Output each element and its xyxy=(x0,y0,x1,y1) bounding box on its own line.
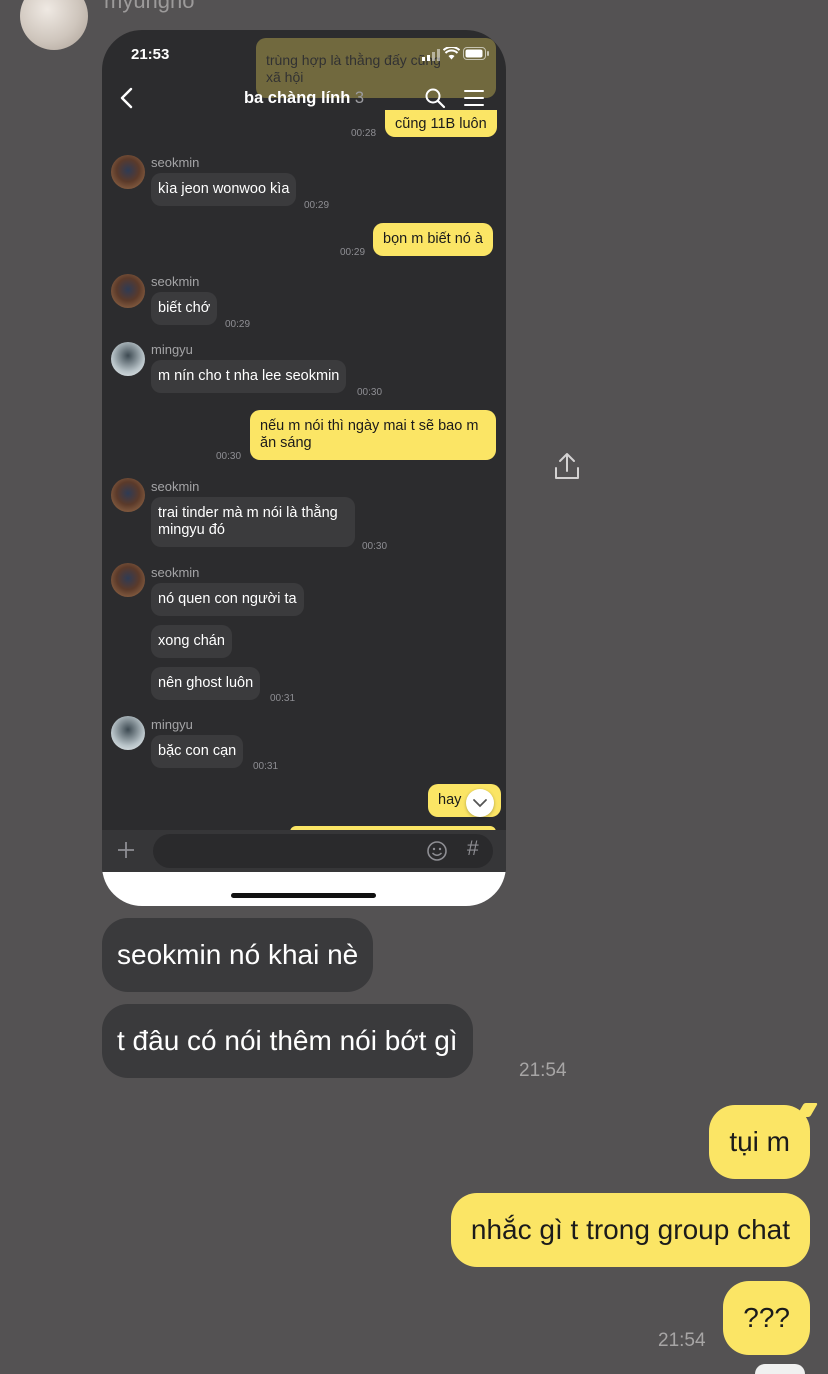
home-indicator-area xyxy=(102,872,506,906)
sender-name: seokmin xyxy=(151,479,200,494)
message-time: 00:31 xyxy=(253,761,279,772)
bubble-tail xyxy=(795,1103,819,1117)
sent-message: ??? xyxy=(723,1281,810,1355)
message-time: 00:28 xyxy=(351,128,377,139)
chat-bubble: nên ghost luôn xyxy=(151,667,261,700)
shared-screenshot-image[interactable]: trùng hợp là thằng đấy cũng xã hội 21:53… xyxy=(102,30,506,906)
avatar-seokmin[interactable] xyxy=(111,155,145,189)
chat-title: ba chàng lính xyxy=(243,89,351,107)
faded-message-line: xã hội xyxy=(266,69,304,85)
sender-name: seokmin xyxy=(151,155,200,170)
sender-name: mingyu xyxy=(151,342,193,357)
sender-name: seokmin xyxy=(151,274,200,289)
chat-bubble: bặc con cạn xyxy=(151,735,244,768)
chat-bubble: biết chớ xyxy=(151,292,218,325)
chat-bubble-yellow: nếu m nói thì ngày mai t sẽ bao m ăn sán… xyxy=(250,410,496,460)
message-time: 00:29 xyxy=(340,247,366,258)
battery-icon xyxy=(463,47,489,65)
hash-icon[interactable]: # xyxy=(467,837,479,861)
message-time: 00:30 xyxy=(216,451,242,462)
chat-bubble-yellow: cũng 11B luôn xyxy=(385,110,497,137)
received-message: t đâu có nói thêm nói bớt gì xyxy=(102,1004,473,1078)
chat-bubble-yellow: bọn m biết nó à xyxy=(373,223,493,256)
sender-name: mingyu xyxy=(151,717,193,732)
received-time: 21:54 xyxy=(519,1060,567,1081)
chat-bubble: kìa jeon wonwoo kìa xyxy=(151,173,297,206)
sent-message: tụi m xyxy=(709,1105,810,1179)
chat-bubble: trai tinder mà m nói là thằng mingyu đó xyxy=(151,497,355,547)
chat-bubble: xong chán xyxy=(151,625,232,658)
status-time: 21:53 xyxy=(131,46,170,63)
home-indicator xyxy=(231,893,376,898)
message-time: 00:31 xyxy=(270,693,296,704)
avatar-mingyu[interactable] xyxy=(111,342,145,376)
message-time: 00:29 xyxy=(225,319,251,330)
sent-message: nhắc gì t trong group chat xyxy=(450,1193,810,1267)
wifi-icon xyxy=(442,46,461,65)
scroll-button-partial[interactable] xyxy=(755,1364,805,1374)
avatar-mingyu[interactable] xyxy=(111,716,145,750)
sender-avatar[interactable] xyxy=(20,0,88,50)
received-message: seokmin nó khai nè xyxy=(102,918,374,992)
message-time: 00:29 xyxy=(304,200,330,211)
message-time: 00:30 xyxy=(362,541,388,552)
bubble-text: cũng 11B luôn xyxy=(395,116,487,132)
emoji-icon[interactable] xyxy=(426,840,448,867)
avatar-seokmin[interactable] xyxy=(111,478,145,512)
sent-time: 21:54 xyxy=(658,1330,706,1351)
sender-name: myungho xyxy=(104,0,195,13)
member-count: 3 xyxy=(354,89,365,107)
avatar-seokmin[interactable] xyxy=(111,274,145,308)
chevron-down-icon[interactable] xyxy=(466,789,494,817)
chat-bubble: m nín cho t nha lee seokmin xyxy=(151,360,347,393)
plus-icon[interactable] xyxy=(116,840,136,865)
chat-bubble: nó quen con người ta xyxy=(151,583,304,616)
sender-name: seokmin xyxy=(151,565,200,580)
share-icon[interactable] xyxy=(546,446,588,488)
message-time: 00:30 xyxy=(357,387,383,398)
avatar-seokmin[interactable] xyxy=(111,563,145,597)
signal-icon xyxy=(422,48,440,66)
